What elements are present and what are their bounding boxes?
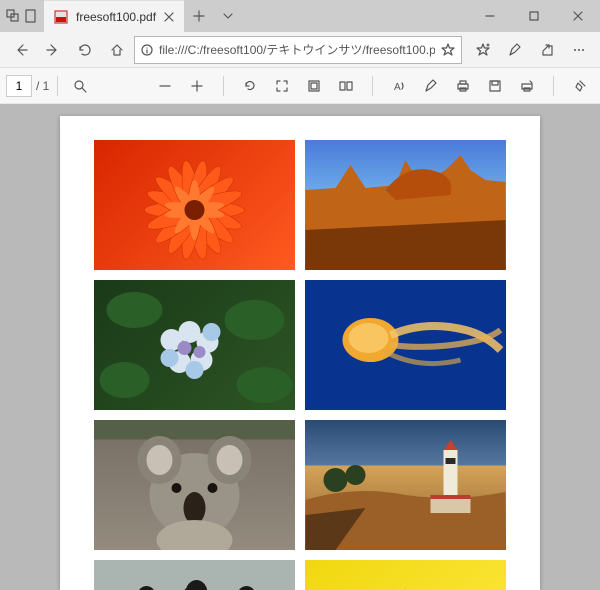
print-icon [456, 79, 470, 93]
favorite-star-icon[interactable] [441, 43, 455, 57]
read-aloud-button[interactable]: A [385, 72, 413, 100]
minimize-button[interactable] [468, 0, 512, 32]
separator [553, 76, 554, 96]
window-icon [6, 9, 20, 23]
rotate-button[interactable] [236, 72, 264, 100]
home-button[interactable] [102, 35, 132, 65]
tabs-row: freesoft100.pdf [44, 0, 468, 32]
svg-text:A: A [394, 82, 401, 93]
chevron-down-icon [222, 10, 234, 22]
separator [57, 76, 58, 96]
separator [223, 76, 224, 96]
tab-title: freesoft100.pdf [76, 10, 156, 24]
print-button[interactable] [449, 72, 477, 100]
refresh-icon [77, 42, 93, 58]
close-button[interactable] [556, 0, 600, 32]
save-icon [488, 79, 502, 93]
titlebar: freesoft100.pdf [0, 0, 600, 32]
search-icon [73, 79, 87, 93]
minus-icon [158, 79, 172, 93]
plus-icon [190, 79, 204, 93]
pdf-toolbar: / 1 A [0, 68, 600, 104]
info-icon[interactable] [141, 44, 153, 56]
photo-thumbnail [305, 140, 506, 270]
two-page-button[interactable] [332, 72, 360, 100]
share-icon [540, 43, 554, 57]
save-as-button[interactable] [513, 72, 541, 100]
navbar [0, 32, 600, 68]
pdf-viewport[interactable] [0, 104, 600, 590]
back-button[interactable] [6, 35, 36, 65]
document-icon [24, 9, 38, 23]
pdf-favicon [54, 10, 68, 24]
save-as-icon [520, 79, 534, 93]
pen-icon [424, 79, 438, 93]
back-icon [13, 42, 29, 58]
navbar-right [468, 35, 594, 65]
page-number-input[interactable] [6, 75, 32, 97]
read-aloud-icon: A [392, 79, 406, 93]
rotate-icon [243, 79, 257, 93]
draw-button[interactable] [417, 72, 445, 100]
page-view-button[interactable] [300, 72, 328, 100]
tab-overflow-button[interactable] [214, 0, 242, 32]
star-plus-icon [476, 43, 490, 57]
address-input[interactable] [159, 43, 435, 57]
settings-button[interactable] [564, 35, 594, 65]
pen-icon [508, 43, 522, 57]
window-controls [468, 0, 600, 32]
page-icon [307, 79, 321, 93]
photo-thumbnail [94, 420, 295, 550]
tab-close-icon[interactable] [164, 12, 174, 22]
forward-button[interactable] [38, 35, 68, 65]
two-page-icon [339, 79, 353, 93]
new-tab-button[interactable] [184, 0, 214, 32]
page-control: / 1 [6, 75, 49, 97]
page-total: / 1 [36, 79, 49, 93]
zoom-out-button[interactable] [151, 72, 179, 100]
favorites-button[interactable] [468, 35, 498, 65]
notes-button[interactable] [500, 35, 530, 65]
home-icon [109, 42, 125, 58]
photo-thumbnail [305, 420, 506, 550]
save-button[interactable] [481, 72, 509, 100]
maximize-button[interactable] [512, 0, 556, 32]
photo-thumbnail [94, 140, 295, 270]
photo-thumbnail [305, 280, 506, 410]
minimize-icon [485, 11, 495, 21]
share-button[interactable] [532, 35, 562, 65]
system-icons [0, 0, 44, 32]
pin-icon [573, 79, 587, 93]
address-bar[interactable] [134, 36, 462, 64]
dots-icon [572, 43, 586, 57]
find-button[interactable] [66, 72, 94, 100]
expand-icon [275, 79, 289, 93]
pin-toolbar-button[interactable] [566, 72, 594, 100]
close-icon [573, 11, 583, 21]
pdf-toolbar-right: A [151, 72, 594, 100]
forward-icon [45, 42, 61, 58]
zoom-in-button[interactable] [183, 72, 211, 100]
plus-icon [193, 10, 205, 22]
pdf-page [60, 116, 540, 590]
maximize-icon [529, 11, 539, 21]
fit-page-button[interactable] [268, 72, 296, 100]
photo-thumbnail [305, 560, 506, 590]
photo-thumbnail [94, 560, 295, 590]
photo-thumbnail [94, 280, 295, 410]
image-grid [94, 140, 506, 590]
separator [372, 76, 373, 96]
browser-tab[interactable]: freesoft100.pdf [44, 0, 184, 32]
refresh-button[interactable] [70, 35, 100, 65]
